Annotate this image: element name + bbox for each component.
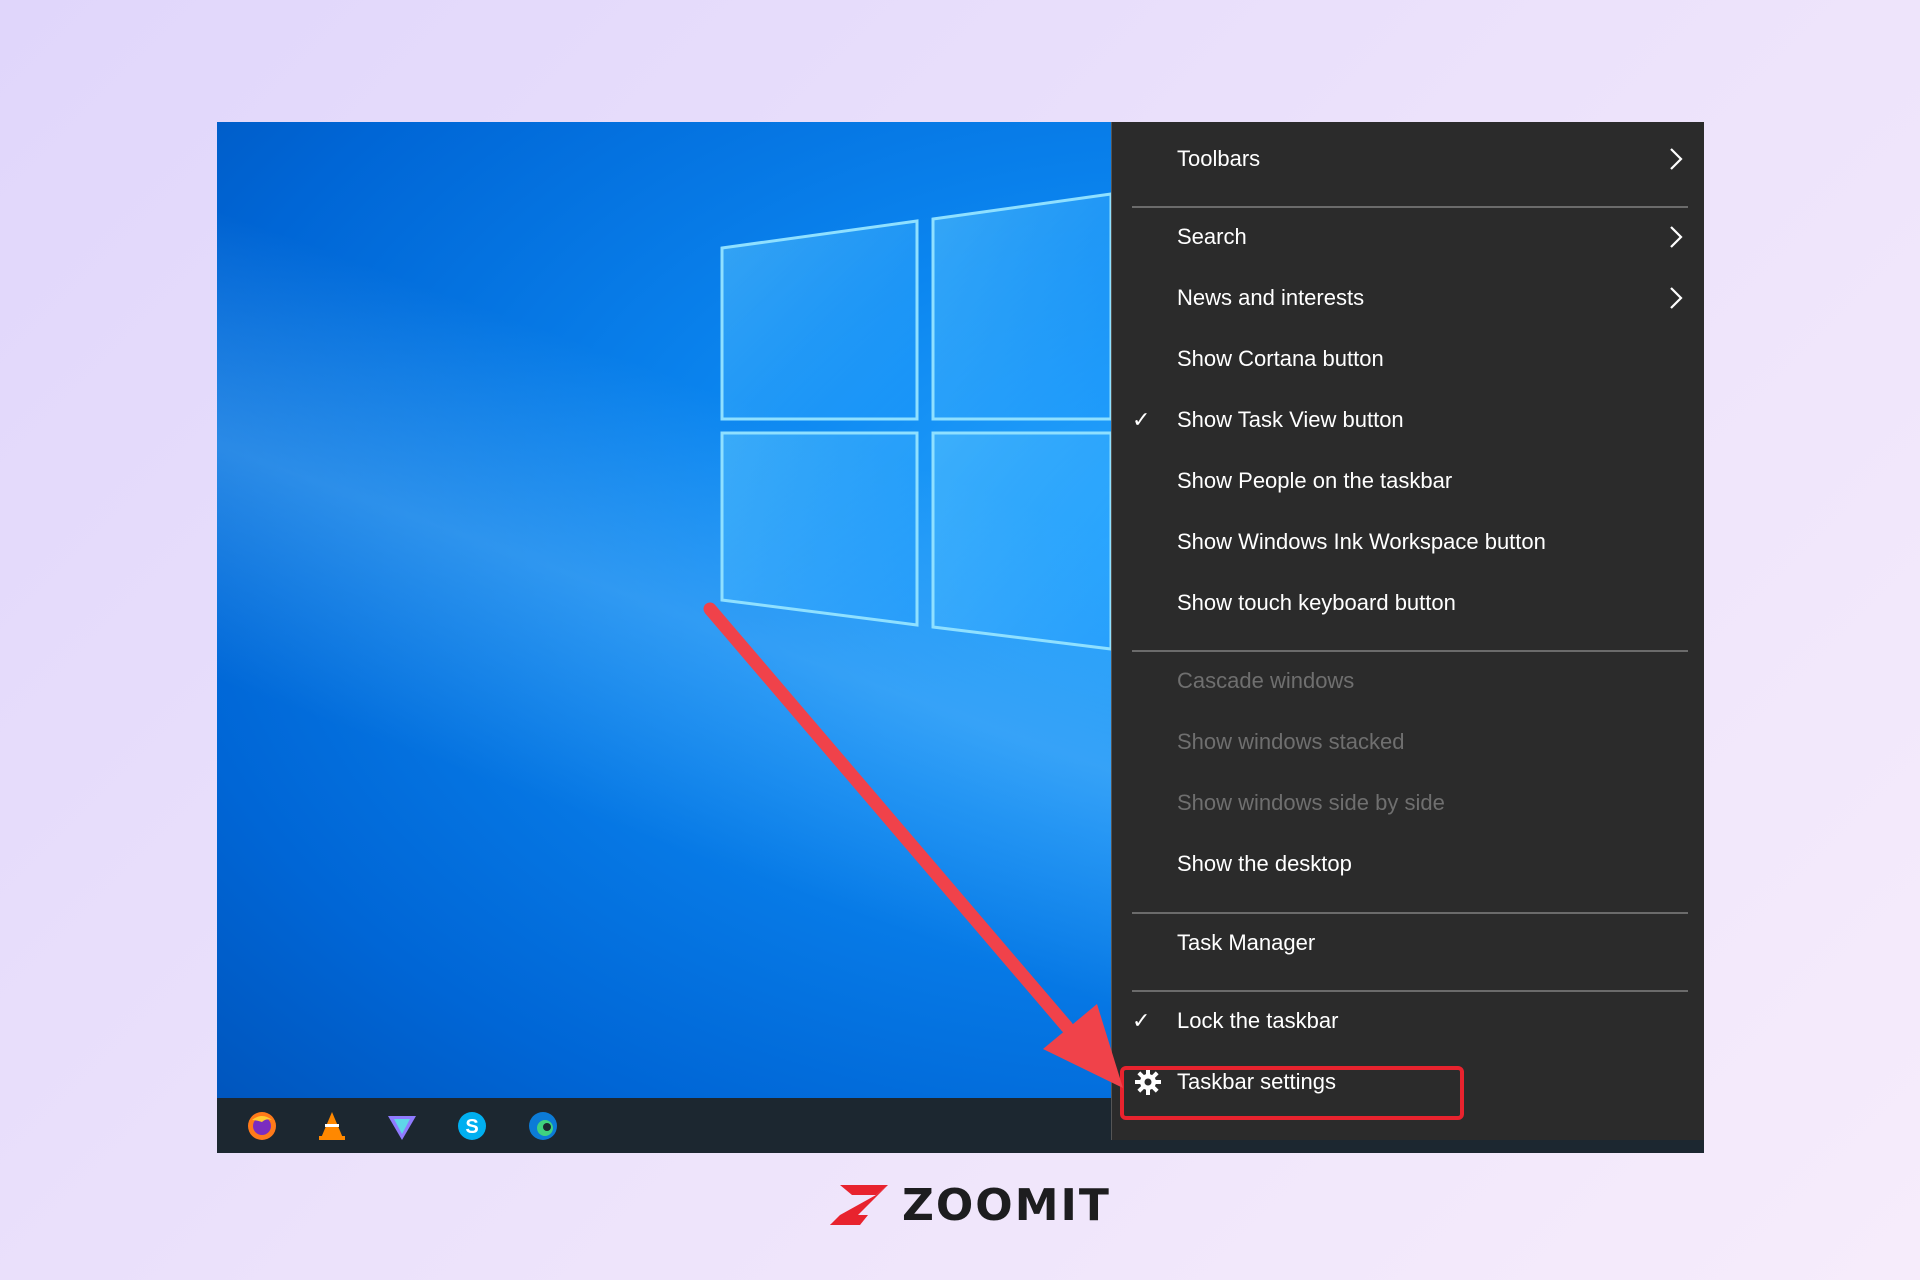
menu-item-lock-the-taskbar[interactable]: ✓ Lock the taskbar [1112, 992, 1704, 1050]
menu-item-label: Show the desktop [1177, 851, 1352, 876]
menu-item-show-windows-side-by-side[interactable]: Show windows side by side [1112, 774, 1704, 832]
screenshot-frame: S Toolbars Search News and interests Show C… [217, 122, 1704, 1153]
check-icon: ✓ [1132, 407, 1151, 432]
menu-item-label: Show windows side by side [1177, 790, 1445, 815]
menu-item-toolbars[interactable]: Toolbars [1112, 130, 1704, 188]
proton-vpn-icon[interactable] [386, 1110, 418, 1142]
menu-item-label: Show windows stacked [1177, 729, 1405, 754]
menu-item-label: Show touch keyboard button [1177, 590, 1456, 615]
menu-item-news-and-interests[interactable]: News and interests [1112, 269, 1704, 327]
edge-icon[interactable] [527, 1110, 559, 1142]
zoomit-logo-mark [830, 1185, 888, 1225]
menu-item-label: News and interests [1177, 285, 1365, 310]
menu-item-show-people-on-the-taskbar[interactable]: Show People on the taskbar [1112, 452, 1704, 510]
menu-item-show-windows-ink-workspace-button[interactable]: Show Windows Ink Workspace button [1112, 513, 1704, 571]
chevron-right-icon [1670, 287, 1683, 309]
menu-item-label: Cascade windows [1177, 668, 1355, 693]
menu-item-show-windows-stacked[interactable]: Show windows stacked [1112, 713, 1704, 771]
firefox-icon[interactable] [246, 1110, 278, 1142]
taskbar-settings-highlight [1120, 1066, 1464, 1120]
menu-item-show-cortana-button[interactable]: Show Cortana button [1112, 330, 1704, 388]
menu-item-label: Show Cortana button [1177, 346, 1384, 371]
chevron-right-icon [1670, 226, 1683, 248]
check-icon: ✓ [1132, 1008, 1151, 1033]
taskbar-context-menu: Toolbars Search News and interests Show Cor… [1111, 122, 1704, 1140]
menu-item-task-manager[interactable]: Task Manager [1112, 914, 1704, 972]
menu-item-label: Show Task View button [1177, 407, 1404, 432]
menu-item-label: Toolbars [1177, 146, 1261, 171]
menu-item-label: Show People on the taskbar [1177, 468, 1453, 493]
menu-item-label: Show Windows Ink Workspace button [1177, 529, 1546, 554]
svg-text:S: S [465, 1116, 478, 1138]
menu-item-label: Task Manager [1177, 930, 1316, 955]
brand-name: ZOOMIT [902, 1179, 1111, 1231]
skype-icon[interactable]: S [456, 1110, 488, 1142]
menu-item-search[interactable]: Search [1112, 208, 1704, 266]
menu-item-show-the-desktop[interactable]: Show the desktop [1112, 835, 1704, 893]
chevron-right-icon [1670, 148, 1683, 170]
menu-item-show-touch-keyboard-button[interactable]: Show touch keyboard button [1112, 574, 1704, 632]
menu-item-label: Lock the taskbar [1177, 1008, 1339, 1033]
vlc-icon[interactable] [316, 1110, 348, 1142]
brand-logo: ZOOMIT [826, 1179, 1111, 1231]
menu-item-label: Search [1177, 224, 1247, 249]
menu-item-cascade-windows[interactable]: Cascade windows [1112, 652, 1704, 710]
menu-item-show-task-view-button[interactable]: ✓ Show Task View button [1112, 391, 1704, 449]
